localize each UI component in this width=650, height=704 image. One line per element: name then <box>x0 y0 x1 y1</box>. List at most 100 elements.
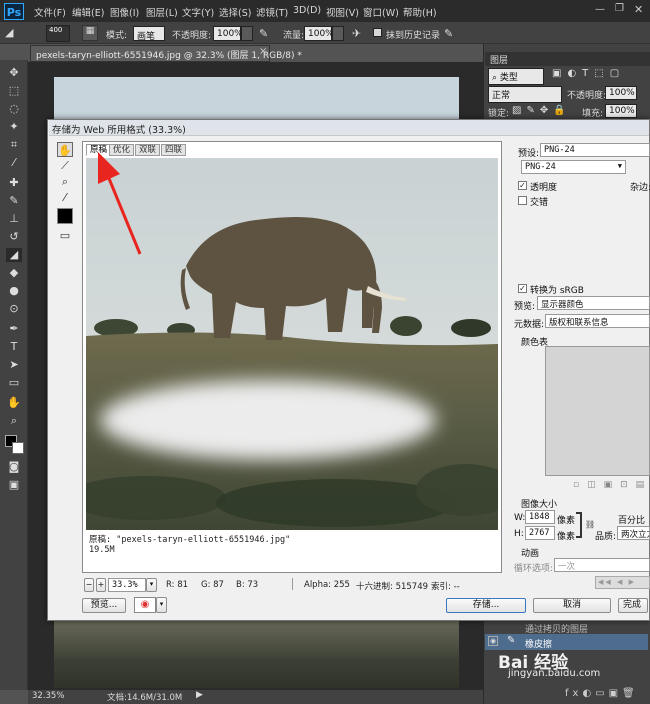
zoom-tool-icon[interactable]: ⌕ <box>6 414 22 428</box>
pen-tool-icon[interactable]: ✒ <box>6 322 22 336</box>
layer-opacity-input[interactable]: 100% <box>605 86 637 100</box>
zoom-level[interactable]: 32.35% <box>32 691 64 701</box>
save-button[interactable]: 存储... <box>446 598 526 613</box>
minimize-icon[interactable]: — <box>595 4 605 15</box>
brush-preset-picker[interactable]: 400 <box>46 25 70 42</box>
mode-label: 模式: <box>106 31 128 41</box>
menu-3d[interactable]: 3D(D) <box>293 5 321 16</box>
status-r: R: 81 <box>166 580 189 590</box>
tab-4up[interactable]: 四联 <box>161 144 187 156</box>
history-brush-layer-icon: ✎ <box>507 635 516 646</box>
quick-mask-icon[interactable]: ◙ <box>6 460 22 474</box>
opacity-input[interactable]: 100% <box>213 26 243 41</box>
lasso-tool-icon[interactable]: ◌ <box>6 102 22 116</box>
healing-tool-icon[interactable]: ✚ <box>6 176 22 190</box>
browser-dropdown[interactable]: ▾ <box>156 597 167 613</box>
panel-footer-icons[interactable]: fx◐▭▣🗑 <box>565 688 639 699</box>
history-brush-tool-icon[interactable]: ↺ <box>6 230 22 244</box>
zoom-tool-icon-dialog[interactable]: ⌕ <box>57 174 73 189</box>
animation-controls[interactable]: ◀◀ ◀ ▶ <box>595 576 650 589</box>
brush-panel-icon[interactable]: ▦ <box>82 25 98 41</box>
hand-tool-icon[interactable]: ✋ <box>6 396 22 410</box>
shape-tool-icon[interactable]: ▭ <box>6 376 22 390</box>
menu-help[interactable]: 帮助(H) <box>403 5 437 19</box>
layers-tab[interactable]: 图层 <box>490 53 508 66</box>
quality-select[interactable]: 两次立方 <box>617 526 650 540</box>
menu-layer[interactable]: 图层(L) <box>146 5 178 19</box>
width-unit: 像素 <box>557 516 576 526</box>
hand-tool-icon-dialog[interactable]: ✋ <box>57 142 73 157</box>
close-window-icon[interactable]: ✕ <box>634 3 643 16</box>
menu-file[interactable]: 文件(F) <box>34 5 66 19</box>
marquee-tool-icon[interactable]: ⬚ <box>6 84 22 98</box>
zoom-out-button[interactable]: − <box>84 578 94 592</box>
erase-history-checkbox[interactable] <box>373 28 382 37</box>
background-color-swatch[interactable] <box>12 442 24 454</box>
status-arrow-icon[interactable]: ▶ <box>196 690 203 700</box>
height-input[interactable]: 2767 <box>525 526 555 540</box>
browser-icon[interactable]: ◉ <box>134 597 156 613</box>
dialog-zoom-input[interactable]: 33.3% <box>108 578 146 592</box>
blur-tool-icon[interactable]: ● <box>6 284 22 298</box>
eyedropper-tool-icon[interactable]: ⁄ <box>6 156 22 170</box>
zoom-in-button[interactable]: + <box>96 578 106 592</box>
flow-label: 流量: <box>283 31 305 41</box>
airbrush-icon[interactable]: ✈ <box>352 27 361 40</box>
preview-button[interactable]: 预览... <box>82 598 126 613</box>
eyedropper-color-swatch[interactable] <box>57 208 73 224</box>
lock-icons[interactable]: ▨✎✥🔒 <box>512 105 571 116</box>
menu-view[interactable]: 视图(V) <box>326 5 359 19</box>
dialog-zoom-dropdown[interactable]: ▾ <box>146 578 157 592</box>
transparency-checkbox[interactable]: ✓ <box>518 181 527 190</box>
menu-edit[interactable]: 编辑(E) <box>72 5 104 19</box>
lock-label: 锁定: <box>488 109 510 119</box>
crop-tool-icon[interactable]: ⌗ <box>6 138 22 152</box>
convert-srgb-checkbox[interactable]: ✓ <box>518 284 527 293</box>
restore-icon[interactable]: ❐ <box>615 3 624 14</box>
chain-link-icon[interactable]: ⛓ <box>585 520 595 529</box>
color-table-area[interactable] <box>545 346 650 476</box>
pressure-opacity-icon[interactable]: ✎ <box>259 27 268 40</box>
cancel-button[interactable]: 取消 <box>533 598 611 613</box>
toggle-slices-icon[interactable]: ▭ <box>57 228 73 243</box>
clone-stamp-tool-icon[interactable]: ⊥ <box>6 212 22 226</box>
preset-select[interactable]: PNG-24 <box>540 143 650 157</box>
fill-input[interactable]: 100% <box>605 104 637 118</box>
menu-select[interactable]: 选择(S) <box>219 5 251 19</box>
format-select-value: PNG-24 <box>525 162 556 172</box>
eyedropper-tool-icon-dialog[interactable]: ⁄ <box>57 190 73 205</box>
type-tool-icon[interactable]: T <box>6 340 22 354</box>
screen-mode-icon[interactable]: ▣ <box>6 478 22 492</box>
width-input[interactable]: 1848 <box>525 510 555 524</box>
eraser-tool-icon-active[interactable]: ◢ <box>6 248 22 262</box>
dodge-tool-icon[interactable]: ⊙ <box>6 302 22 316</box>
mode-select[interactable]: 画笔 <box>133 26 165 42</box>
path-select-tool-icon[interactable]: ➤ <box>6 358 22 372</box>
done-button[interactable]: 完成 <box>618 598 648 613</box>
brush-tool-icon[interactable]: ✎ <box>6 194 22 208</box>
pressure-size-icon[interactable]: ✎ <box>444 27 453 40</box>
layer-filter-select[interactable]: ⌕ 类型 <box>488 68 544 85</box>
blend-mode-select[interactable]: 正常 <box>488 86 562 103</box>
format-select[interactable]: PNG-24 ▼ <box>521 160 626 174</box>
menu-image[interactable]: 图像(I) <box>110 5 139 19</box>
metadata-select[interactable]: 版权和联系信息 <box>545 314 650 328</box>
menu-filter[interactable]: 滤镜(T) <box>256 5 288 19</box>
interlaced-checkbox[interactable] <box>518 196 527 205</box>
visibility-eye-icon[interactable]: ◉ <box>488 636 498 646</box>
magic-wand-tool-icon[interactable]: ✦ <box>6 120 22 134</box>
flow-input[interactable]: 100% <box>304 26 334 41</box>
flow-dropdown[interactable] <box>332 26 344 41</box>
color-table-tool-icons[interactable]: ▫◫▣⊡▤ <box>573 480 650 490</box>
loop-options-select[interactable]: 一次 <box>554 558 650 572</box>
move-tool-icon[interactable]: ✥ <box>6 66 22 80</box>
eraser-tool-icon[interactable]: ◢ <box>5 26 19 40</box>
slice-select-tool-icon[interactable]: ⟋ <box>57 158 73 173</box>
paint-bucket-tool-icon[interactable]: ◆ <box>6 266 22 280</box>
preview-mode-select[interactable]: 显示器颜色 <box>537 296 650 310</box>
close-document-icon[interactable]: × <box>259 46 267 57</box>
opacity-dropdown[interactable] <box>241 26 253 41</box>
menu-window[interactable]: 窗口(W) <box>363 5 399 19</box>
menu-type[interactable]: 文字(Y) <box>182 5 214 19</box>
layer-filter-icons[interactable]: ▣◐T⬚▢ <box>552 68 625 79</box>
